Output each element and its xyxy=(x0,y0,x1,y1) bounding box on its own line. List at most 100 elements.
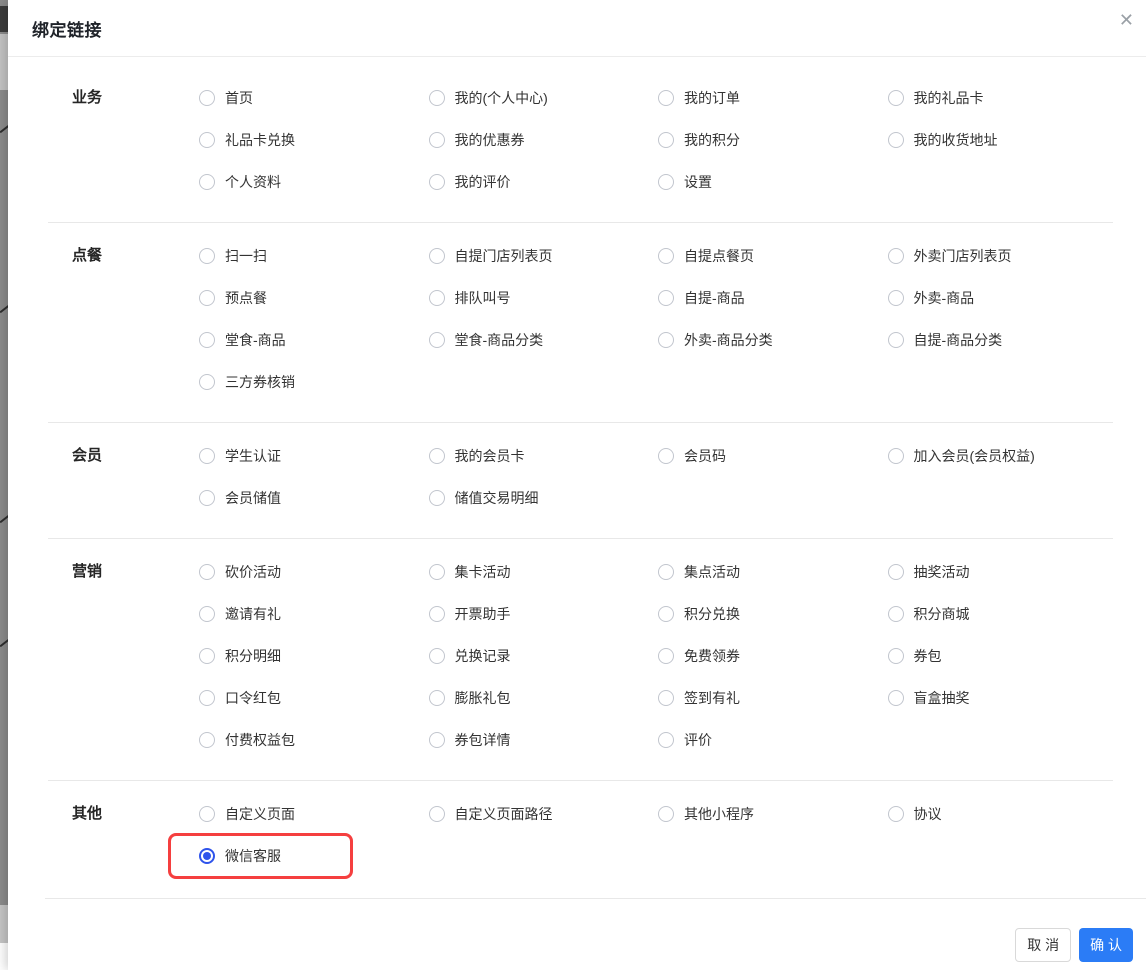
radio-icon[interactable] xyxy=(199,448,215,464)
radio-icon[interactable] xyxy=(658,732,674,748)
radio-icon[interactable] xyxy=(887,248,904,264)
radio-icon[interactable] xyxy=(199,132,215,148)
cancel-button[interactable]: 取 消 xyxy=(1015,928,1072,962)
radio-icon[interactable] xyxy=(428,332,445,348)
radio-option[interactable]: 设置 xyxy=(658,161,888,203)
radio-icon[interactable] xyxy=(428,90,445,106)
radio-option[interactable]: 集卡活动 xyxy=(428,551,659,593)
radio-icon[interactable] xyxy=(887,290,904,306)
radio-option[interactable]: 排队叫号 xyxy=(428,277,659,319)
radio-icon[interactable] xyxy=(658,690,674,706)
radio-option[interactable]: 我的收货地址 xyxy=(887,119,1118,161)
radio-icon[interactable] xyxy=(428,174,445,190)
radio-option[interactable]: 口令红包 xyxy=(199,677,429,719)
radio-option[interactable]: 积分兑换 xyxy=(658,593,888,635)
radio-icon[interactable] xyxy=(887,132,904,148)
radio-icon[interactable] xyxy=(199,564,215,580)
radio-option[interactable]: 砍价活动 xyxy=(199,551,429,593)
radio-option[interactable]: 自定义页面 xyxy=(199,793,429,835)
radio-icon[interactable] xyxy=(199,332,215,348)
radio-option[interactable]: 加入会员(会员权益) xyxy=(887,435,1118,477)
radio-option[interactable]: 学生认证 xyxy=(199,435,429,477)
radio-option[interactable]: 自定义页面路径 xyxy=(428,793,659,835)
radio-icon[interactable] xyxy=(658,564,674,580)
radio-option[interactable]: 微信客服 xyxy=(168,833,429,879)
radio-icon[interactable] xyxy=(428,290,445,306)
radio-icon[interactable] xyxy=(428,564,445,580)
radio-icon[interactable] xyxy=(199,648,215,664)
radio-option[interactable]: 我的评价 xyxy=(428,161,659,203)
radio-option[interactable]: 三方券核销 xyxy=(199,361,429,403)
radio-option[interactable]: 预点餐 xyxy=(199,277,429,319)
radio-option[interactable]: 集点活动 xyxy=(658,551,888,593)
radio-option[interactable]: 我的订单 xyxy=(658,77,888,119)
radio-option[interactable]: 自提-商品 xyxy=(658,277,888,319)
radio-icon[interactable] xyxy=(887,606,904,622)
radio-option[interactable]: 免费领券 xyxy=(658,635,888,677)
radio-option[interactable]: 礼品卡兑换 xyxy=(199,119,429,161)
radio-icon[interactable] xyxy=(658,290,674,306)
radio-icon[interactable] xyxy=(658,332,674,348)
radio-icon[interactable] xyxy=(428,490,445,506)
radio-icon[interactable] xyxy=(199,806,215,822)
radio-option[interactable]: 外卖-商品 xyxy=(887,277,1118,319)
radio-option[interactable]: 券包详情 xyxy=(428,719,659,761)
radio-option[interactable]: 储值交易明细 xyxy=(428,477,659,519)
radio-icon[interactable] xyxy=(199,290,215,306)
radio-icon[interactable] xyxy=(428,606,445,622)
radio-icon[interactable] xyxy=(199,90,215,106)
radio-option[interactable]: 个人资料 xyxy=(199,161,429,203)
radio-option[interactable]: 开票助手 xyxy=(428,593,659,635)
radio-option[interactable]: 盲盒抽奖 xyxy=(887,677,1118,719)
radio-icon[interactable] xyxy=(428,806,445,822)
radio-icon[interactable] xyxy=(428,248,445,264)
radio-icon[interactable] xyxy=(428,690,445,706)
radio-option[interactable]: 签到有礼 xyxy=(658,677,888,719)
radio-option[interactable]: 兑换记录 xyxy=(428,635,659,677)
radio-icon[interactable] xyxy=(658,648,674,664)
radio-icon[interactable] xyxy=(199,374,215,390)
radio-option[interactable]: 我的积分 xyxy=(658,119,888,161)
radio-icon[interactable] xyxy=(428,648,445,664)
radio-icon[interactable] xyxy=(658,448,674,464)
radio-option[interactable]: 会员储值 xyxy=(199,477,429,519)
radio-option[interactable]: 堂食-商品 xyxy=(199,319,429,361)
close-icon[interactable]: ✕ xyxy=(1119,11,1134,29)
radio-icon[interactable] xyxy=(887,564,904,580)
radio-option[interactable]: 外卖-商品分类 xyxy=(658,319,888,361)
radio-option[interactable]: 我的优惠券 xyxy=(428,119,659,161)
radio-option[interactable]: 积分明细 xyxy=(199,635,429,677)
radio-icon[interactable] xyxy=(887,806,904,822)
radio-icon[interactable] xyxy=(658,248,674,264)
radio-option[interactable]: 我的礼品卡 xyxy=(887,77,1118,119)
radio-option[interactable]: 抽奖活动 xyxy=(887,551,1118,593)
radio-option[interactable]: 扫一扫 xyxy=(199,235,429,277)
radio-icon[interactable] xyxy=(887,90,904,106)
radio-icon[interactable] xyxy=(658,806,674,822)
radio-icon[interactable] xyxy=(199,174,215,190)
radio-option[interactable]: 会员码 xyxy=(658,435,888,477)
radio-icon[interactable] xyxy=(199,732,215,748)
radio-option[interactable]: 我的会员卡 xyxy=(428,435,659,477)
radio-icon[interactable] xyxy=(199,606,215,622)
radio-icon[interactable] xyxy=(199,248,215,264)
radio-option[interactable]: 评价 xyxy=(658,719,888,761)
radio-icon[interactable] xyxy=(658,90,674,106)
radio-option[interactable]: 堂食-商品分类 xyxy=(428,319,659,361)
radio-option[interactable]: 首页 xyxy=(199,77,429,119)
radio-icon[interactable] xyxy=(658,606,674,622)
radio-icon[interactable] xyxy=(887,690,904,706)
radio-option[interactable]: 自提门店列表页 xyxy=(428,235,659,277)
confirm-button[interactable]: 确 认 xyxy=(1079,928,1133,962)
radio-option[interactable]: 自提点餐页 xyxy=(658,235,888,277)
radio-icon[interactable] xyxy=(887,648,904,664)
radio-icon[interactable] xyxy=(428,732,445,748)
radio-icon[interactable] xyxy=(199,490,215,506)
radio-icon[interactable] xyxy=(887,332,904,348)
radio-icon[interactable] xyxy=(428,132,445,148)
radio-icon[interactable] xyxy=(658,174,674,190)
radio-icon[interactable] xyxy=(199,690,215,706)
radio-option[interactable]: 积分商城 xyxy=(887,593,1118,635)
radio-option[interactable]: 邀请有礼 xyxy=(199,593,429,635)
radio-option[interactable]: 我的(个人中心) xyxy=(428,77,659,119)
